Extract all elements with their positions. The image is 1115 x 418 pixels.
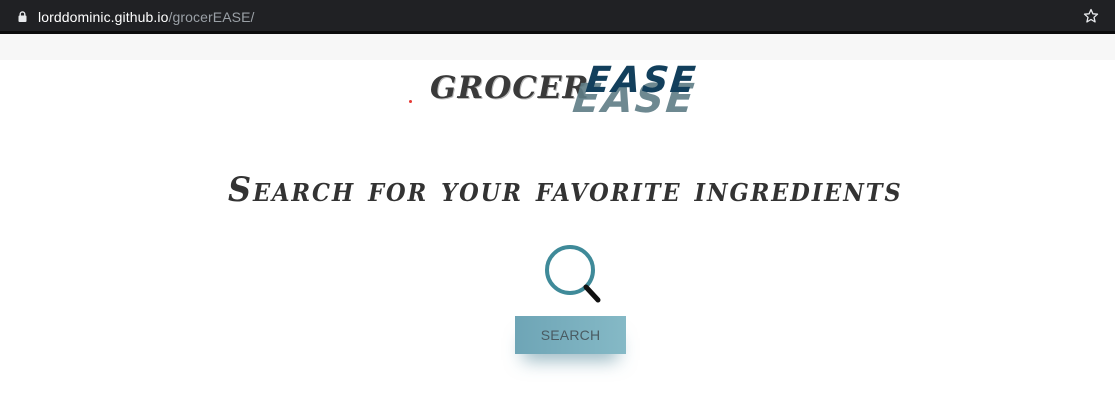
page-content: GROCER EASE EASE Search for your favorit… bbox=[0, 60, 1115, 418]
logo-grocer-text: GROCER bbox=[430, 70, 590, 106]
url-path: /grocerEASE/ bbox=[168, 9, 255, 25]
magnifier-icon[interactable] bbox=[544, 244, 604, 304]
site-logo[interactable]: GROCER EASE EASE bbox=[430, 60, 730, 126]
red-dot bbox=[409, 100, 412, 103]
page-top-strip bbox=[0, 34, 1115, 60]
lock-icon bbox=[18, 11, 27, 22]
page-headline: Search for your favorite ingredients bbox=[228, 170, 903, 210]
logo-ease-text: EASE bbox=[583, 60, 700, 101]
search-button[interactable]: SEARCH bbox=[515, 316, 626, 354]
url-host: lorddominic.github.io bbox=[38, 9, 169, 25]
browser-toolbar: lorddominic.github.io/grocerEASE/ bbox=[0, 0, 1115, 34]
address-bar-url[interactable]: lorddominic.github.io/grocerEASE/ bbox=[38, 8, 255, 26]
star-icon[interactable] bbox=[1083, 8, 1099, 24]
